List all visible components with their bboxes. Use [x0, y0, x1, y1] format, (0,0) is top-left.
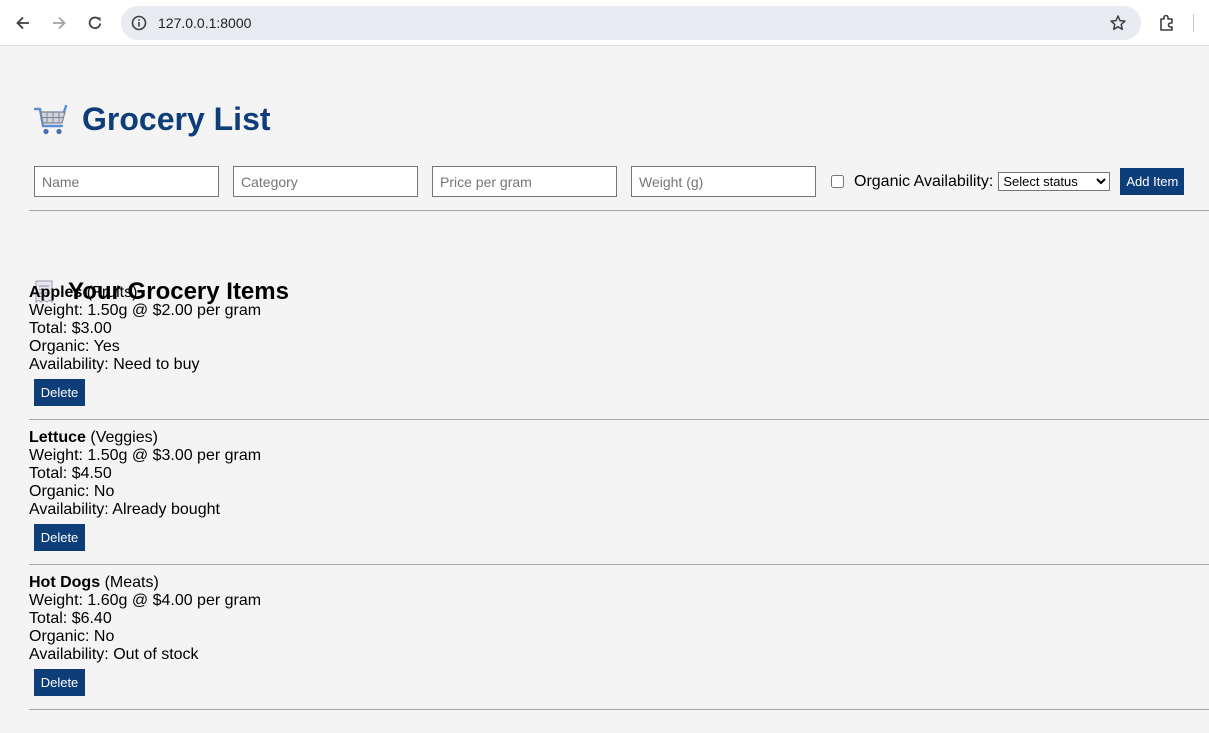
item-availability: Availability: Out of stock — [29, 646, 199, 663]
name-input[interactable] — [34, 166, 219, 197]
item-availability: Availability: Need to buy — [29, 356, 200, 373]
item-heading: Lettuce (Veggies) — [29, 429, 1209, 447]
item-weight: Weight: 1.50g @ $2.00 per gram — [29, 302, 262, 319]
price-input[interactable] — [432, 166, 617, 197]
availability-select[interactable]: Select status — [998, 172, 1111, 191]
item-category: (Meats) — [104, 574, 159, 591]
list-item: Lettuce (Veggies) Weight: 1.50g @ $3.00 … — [29, 429, 1209, 551]
reload-icon[interactable] — [80, 8, 110, 38]
item-weight: Weight: 1.60g @ $4.00 per gram — [29, 592, 262, 609]
item-weight: Weight: 1.50g @ $3.00 per gram — [29, 447, 262, 464]
organic-label: Organic — [854, 172, 911, 190]
item-category: (Fruits) — [86, 284, 138, 301]
item-divider — [29, 564, 1209, 565]
item-organic: Organic: No — [29, 628, 115, 645]
delete-button[interactable]: Delete — [34, 669, 85, 696]
organic-availability-label: Organic Availability: — [854, 173, 993, 191]
item-category: (Veggies) — [90, 429, 158, 446]
toolbar-separator — [1193, 14, 1194, 32]
item-divider — [29, 709, 1209, 710]
item-organic: Organic: Yes — [29, 338, 120, 355]
bookmark-star-icon[interactable] — [1109, 14, 1127, 32]
url-text: 127.0.0.1:8000 — [158, 15, 252, 31]
page-title: Grocery List — [33, 101, 271, 138]
extensions-puzzle-icon[interactable] — [1156, 12, 1178, 34]
page-title-text: Grocery List — [82, 101, 271, 137]
delete-button[interactable]: Delete — [34, 524, 85, 551]
item-heading: Hot Dogs (Meats) — [29, 574, 1209, 592]
availability-label: Availability: — [913, 172, 994, 190]
add-item-form: Organic Availability: Select status Add … — [34, 166, 1185, 197]
weight-input[interactable] — [631, 166, 816, 197]
item-heading: Apples (Fruits) — [29, 284, 1209, 302]
category-input[interactable] — [233, 166, 418, 197]
site-info-icon[interactable] — [130, 14, 148, 32]
list-item: Hot Dogs (Meats) Weight: 1.60g @ $4.00 p… — [29, 574, 1209, 696]
forward-icon[interactable] — [44, 8, 74, 38]
item-organic: Organic: No — [29, 483, 115, 500]
add-item-button[interactable]: Add Item — [1120, 168, 1185, 195]
item-divider — [29, 419, 1209, 420]
item-total: Total: $6.40 — [29, 610, 112, 627]
list-item: Apples (Fruits) Weight: 1.50g @ $2.00 pe… — [29, 284, 1209, 406]
organic-checkbox[interactable] — [831, 175, 844, 188]
browser-toolbar: 127.0.0.1:8000 — [0, 0, 1209, 46]
form-divider — [29, 210, 1209, 211]
item-total: Total: $4.50 — [29, 465, 112, 482]
shopping-cart-icon — [33, 104, 68, 134]
item-total: Total: $3.00 — [29, 320, 112, 337]
item-name: Lettuce — [29, 429, 86, 446]
address-bar[interactable]: 127.0.0.1:8000 — [121, 6, 1141, 40]
delete-button[interactable]: Delete — [34, 379, 85, 406]
back-icon[interactable] — [8, 8, 38, 38]
item-name: Hot Dogs — [29, 574, 101, 591]
item-name: Apples — [29, 284, 83, 301]
item-availability: Availability: Already bought — [29, 501, 220, 518]
